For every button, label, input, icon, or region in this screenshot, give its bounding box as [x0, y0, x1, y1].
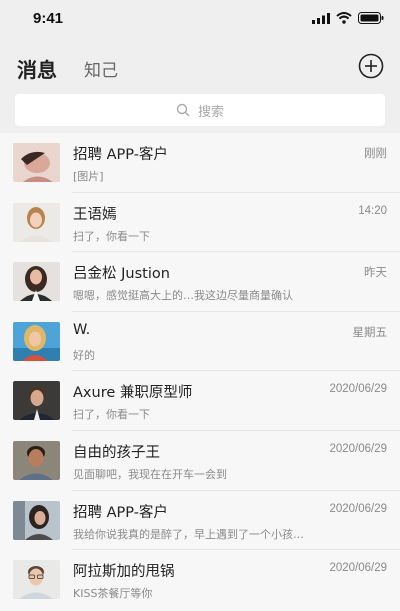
- avatar: [13, 202, 60, 242]
- contact-name: W.: [73, 321, 91, 338]
- message-preview: KISS茶餐厅等你: [73, 587, 153, 601]
- message-time: 14:20: [358, 204, 387, 217]
- header: 消息 知己: [0, 44, 400, 90]
- contact-name: 招聘 APP-客户: [73, 504, 168, 521]
- message-time: 刚刚: [364, 148, 387, 160]
- wifi-icon: [336, 12, 352, 24]
- avatar: [13, 560, 60, 600]
- contact-name: 吕金松 Justion: [73, 266, 170, 283]
- message-row[interactable]: 自由的孩子王 见面聊吧，我现在在开车一会到 2020/06/29: [0, 431, 400, 491]
- avatar: [13, 321, 60, 361]
- message-preview: [图片]: [73, 170, 104, 183]
- message-preview: 见面聊吧，我现在在开车一会到: [73, 468, 227, 481]
- add-circle-icon[interactable]: [358, 53, 384, 79]
- message-row[interactable]: 阿拉斯加的甩锅 KISS茶餐厅等你 2020/06/29: [0, 550, 400, 610]
- message-row[interactable]: 招聘 APP-客户 [图片] 刚刚: [0, 133, 400, 193]
- message-time: 昨天: [364, 267, 387, 280]
- message-preview: 我给你说我真的是醉了，早上遇到了一个小孩…: [73, 527, 304, 541]
- search-bar[interactable]: 搜索: [15, 94, 385, 126]
- status-icons: [312, 12, 384, 24]
- message-preview: 扫了，你看一下: [73, 408, 150, 422]
- message-row[interactable]: 招聘 APP-客户 我给你说我真的是醉了，早上遇到了一个小孩… 2020/06/…: [0, 491, 400, 551]
- signal-icon: [312, 12, 330, 24]
- message-row[interactable]: W. 好的 星期五: [0, 312, 400, 372]
- contact-name: 招聘 APP-客户: [73, 147, 168, 163]
- status-time: 9:41: [33, 10, 64, 27]
- message-preview: 扫了，你看一下: [73, 229, 150, 243]
- avatar: [13, 441, 60, 480]
- avatar: [13, 500, 60, 540]
- contact-name: 自由的孩子王: [73, 445, 160, 461]
- search-placeholder: 搜索: [197, 104, 224, 120]
- tab-messages[interactable]: 消息: [17, 54, 57, 83]
- contact-name: 王语嫣: [73, 206, 117, 223]
- message-time: 2020/06/29: [329, 562, 387, 575]
- message-row[interactable]: 王语嫣 扫了，你看一下 14:20: [0, 193, 400, 253]
- avatar: [13, 143, 60, 182]
- message-time: 2020/06/29: [329, 502, 387, 515]
- search-icon: [176, 103, 190, 117]
- status-bar: 9:41: [0, 0, 400, 40]
- message-row[interactable]: 吕金松 Justion 嗯嗯，感觉挺高大上的…我这边尽量商量确认 昨天: [0, 252, 400, 312]
- message-time: 2020/06/29: [329, 383, 387, 396]
- message-row[interactable]: Axure 兼职原型师 扫了，你看一下 2020/06/29: [0, 371, 400, 431]
- contact-name: Axure 兼职原型师: [73, 385, 193, 402]
- avatar: [13, 381, 60, 421]
- tab-confidants[interactable]: 知己: [84, 56, 118, 81]
- battery-icon: [358, 12, 384, 24]
- message-time: 星期五: [352, 326, 388, 339]
- contact-name: 阿拉斯加的甩锅: [73, 564, 175, 581]
- avatar: [13, 262, 60, 302]
- message-list: 招聘 APP-客户 [图片] 刚刚 王语嫣 扫了，你看一下 14:20 吕金松 …: [0, 133, 400, 611]
- message-preview: 好的: [73, 348, 95, 362]
- message-preview: 嗯嗯，感觉挺高大上的…我这边尽量商量确认: [73, 289, 293, 303]
- message-time: 2020/06/29: [329, 443, 387, 455]
